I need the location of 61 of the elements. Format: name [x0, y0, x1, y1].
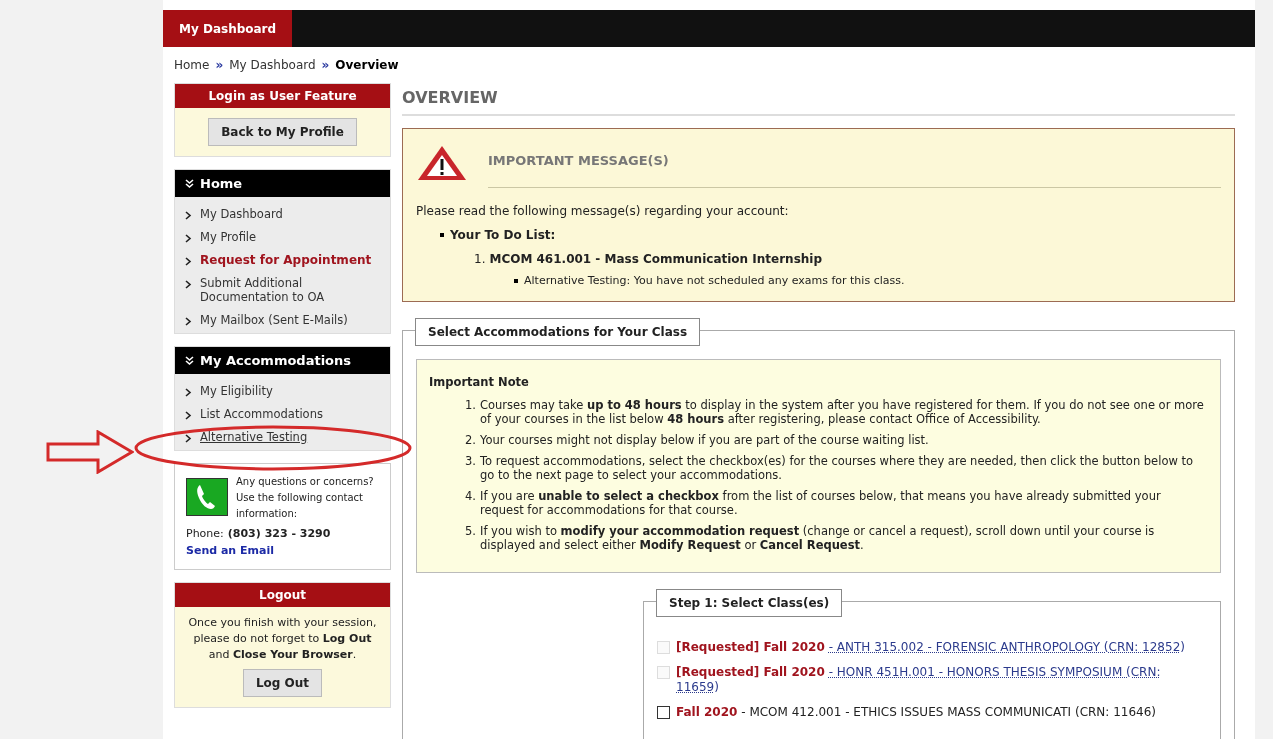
note-number: 2.: [465, 433, 476, 448]
panel-header: Logout: [175, 583, 390, 607]
todo-note: Alternative Testing: You have not scheduled any exams for this class.: [524, 272, 905, 289]
todo-heading: Your To Do List:: [450, 226, 556, 244]
note-number: 4.: [465, 489, 476, 506]
class-checkbox[interactable]: [657, 706, 670, 720]
chevron-icon: [185, 434, 192, 443]
email-link[interactable]: Send an Email: [186, 542, 379, 559]
note-text: If you are unable to select a checkbox from the list of courses below, that means you have already submitted your request for accommodations for that course.: [480, 489, 1162, 518]
chevron-icon: [185, 317, 192, 326]
log-out-button[interactable]: Log Out: [242, 669, 323, 697]
menu-link[interactable]: My Dashboard: [200, 207, 283, 221]
bullet-icon: [514, 278, 518, 283]
note-text: To request accommodations, select the checkbox(es) for the courses where they are needed, then click the button below to go to the next page to select your accommodations.: [480, 454, 1195, 483]
chevron-icon: [185, 211, 192, 220]
back-to-profile-button[interactable]: Back to My Profile: [208, 118, 357, 146]
message-intro: Please read the following message(s) regarding your account:: [416, 202, 790, 220]
double-chevron-icon: [185, 178, 194, 189]
note-number: 5.: [465, 524, 476, 541]
phone-label: Phone:: [186, 526, 224, 542]
chevron-icon: [185, 234, 192, 243]
breadcrumb-separator: »: [321, 57, 330, 74]
message-title: IMPORTANT MESSAGE(S): [488, 139, 1221, 188]
note-number: 1.: [465, 398, 476, 415]
note-text: Courses may take up to 48 hours to display in the system after you have registered for them. If you do not see one or more of your courses in the list below 48 hours after registering, please contact Office of Accessibility.: [480, 398, 1205, 427]
breadcrumb-item[interactable]: My Dashboard: [229, 56, 316, 74]
breadcrumb-separator: »: [215, 57, 224, 74]
breadcrumb-item: Overview: [335, 57, 399, 74]
menu-link[interactable]: My Eligibility: [200, 384, 273, 398]
fieldset-legend: Select Accommodations for Your Class: [415, 318, 701, 346]
bullet-icon: [440, 232, 444, 237]
note-number: 3.: [465, 454, 476, 471]
chevron-icon: [185, 411, 192, 420]
menu-link[interactable]: Alternative Testing: [200, 430, 308, 444]
chevron-icon: [185, 388, 192, 397]
phone-icon: [186, 478, 228, 516]
breadcrumb-item[interactable]: Home: [174, 56, 210, 74]
note-text: Your courses might not display below if you are part of the course waiting list.: [480, 433, 929, 448]
page-heading: OVERVIEW: [402, 86, 1235, 116]
menu-title: My Accommodations: [200, 351, 352, 370]
menu-link[interactable]: Submit Additional Documentation to OA: [200, 276, 380, 304]
warning-icon: [416, 144, 468, 183]
menu-link[interactable]: My Profile: [200, 230, 257, 244]
note-text: If you wish to modify your accommodation request (change or cancel a request), scroll down until your course is displayed and select either Modify Request or Cancel Request.: [480, 524, 1156, 553]
menu-link[interactable]: List Accommodations: [200, 407, 323, 421]
logout-message: Once you finish with your session, please do not forget to Log Out and Close Your Browser.: [187, 615, 378, 663]
todo-number: 1.: [474, 250, 486, 268]
phone-number: (803) 323 - 3290: [227, 526, 331, 542]
double-chevron-icon: [185, 355, 194, 366]
fieldset-legend: Step 1: Select Class(es): [656, 589, 843, 618]
menu-link[interactable]: Request for Appointment: [200, 253, 372, 267]
panel-header: Login as User Feature: [175, 84, 390, 108]
chevron-icon: [185, 257, 192, 266]
menu-title: Home: [200, 174, 243, 193]
todo-course: MCOM 461.001 - Mass Communication Internship: [489, 250, 823, 268]
menu-link[interactable]: My Mailbox (Sent E-Mails): [200, 313, 348, 327]
note-title: Important Note: [429, 374, 530, 391]
nav-tab[interactable]: My Dashboard: [163, 10, 293, 47]
contact-text: Any questions or concerns? Use the following contact information:: [236, 475, 375, 521]
chevron-icon: [185, 280, 192, 289]
class-label: Fall 2020 - MCOM 412.001 - ETHICS ISSUES MASS COMMUNICATI (CRN: 11646): [676, 705, 1157, 721]
